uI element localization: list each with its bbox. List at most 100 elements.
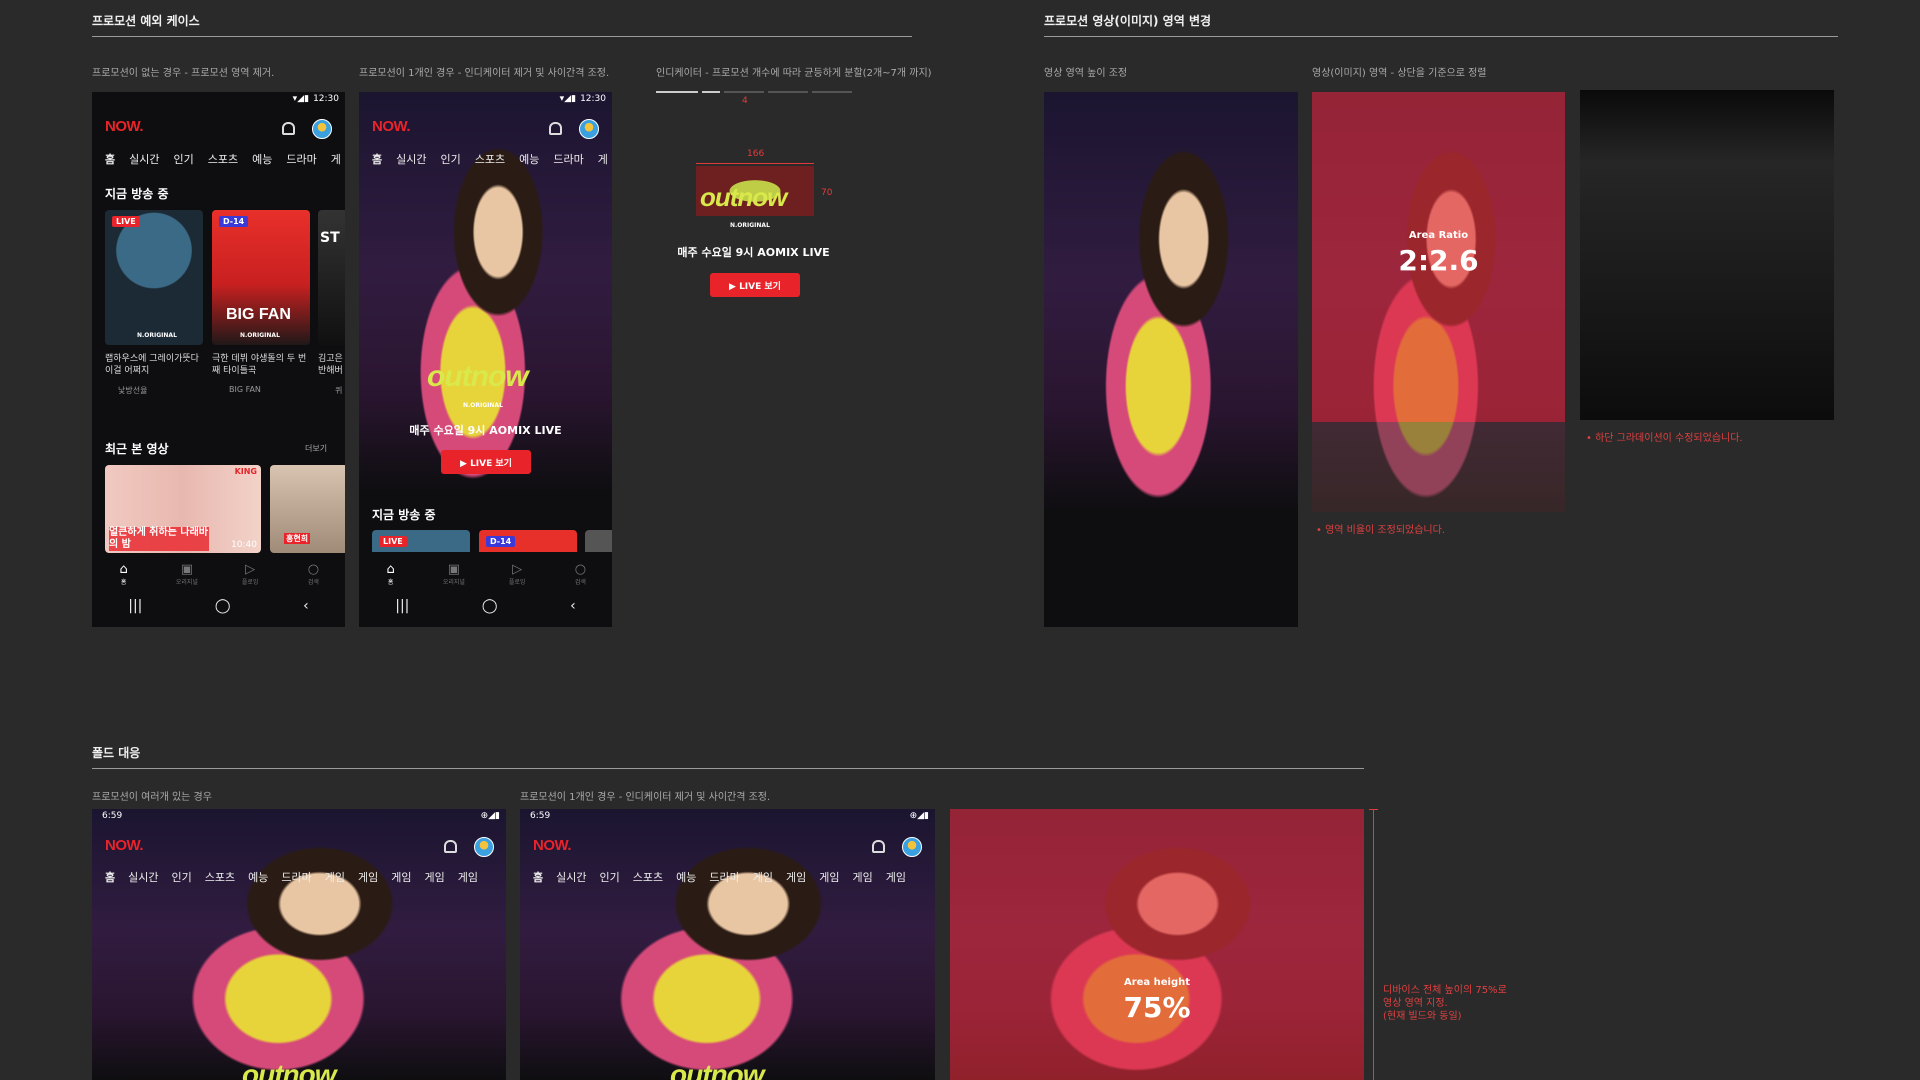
recent-thumb[interactable]: KING 얼큰하게 취하는 나래바의 밤 10:40: [105, 465, 261, 553]
live-card-thumb[interactable]: ST: [318, 210, 345, 345]
spec-logo-art: outnow: [700, 182, 787, 212]
bell-icon[interactable]: [872, 840, 885, 853]
avatar[interactable]: [902, 837, 922, 857]
indicator-segment: [768, 91, 808, 93]
section-title-exception: 프로모션 예외 케이스: [92, 14, 200, 28]
back-icon[interactable]: ‹: [303, 598, 309, 614]
tab-game[interactable]: 게임: [753, 869, 773, 885]
tab-sports[interactable]: 스포츠: [208, 151, 238, 167]
tab-sports[interactable]: 스포츠: [633, 869, 663, 885]
tab-popular[interactable]: 인기: [441, 151, 461, 167]
avatar[interactable]: [312, 119, 332, 139]
original-icon: ▣: [180, 562, 194, 577]
tab-live[interactable]: 실시간: [396, 151, 426, 167]
tab-game[interactable]: 게임: [391, 869, 411, 885]
avatar[interactable]: [474, 837, 494, 857]
tab-home[interactable]: 홈: [372, 151, 382, 167]
tab-popular[interactable]: 인기: [172, 869, 192, 885]
recent-thumb[interactable]: 홍현희: [270, 465, 345, 553]
category-tabs: 홈 실시간 인기 스포츠 예능 드라마 게임 게임 게임 게임 게임: [533, 869, 906, 885]
signal-icon: ▾◢▮: [559, 94, 577, 104]
more-link[interactable]: 더보기: [305, 443, 327, 454]
card-channel: 퀴: [335, 386, 343, 395]
tab-live[interactable]: 실시간: [556, 869, 586, 885]
tab-game[interactable]: 게임: [325, 869, 345, 885]
category-tabs: 홈 실시간 인기 스포츠 예능 드라마 게임 게임 게임 게임 게임: [105, 869, 478, 885]
tab-game[interactable]: 게임: [358, 869, 378, 885]
recents-icon[interactable]: |||: [395, 598, 409, 614]
tab-sports[interactable]: 스포츠: [205, 869, 235, 885]
tab-home[interactable]: 홈: [105, 869, 115, 885]
live-card-thumb[interactable]: LIVE: [372, 530, 470, 552]
tab-game[interactable]: 게임: [786, 869, 806, 885]
tab-drama[interactable]: 드라마: [709, 869, 739, 885]
nav-flowing[interactable]: ▷ 플로잉: [497, 562, 537, 586]
tab-sports[interactable]: 스포츠: [475, 151, 505, 167]
status-bar: ▾◢▮ 12:30: [92, 92, 345, 106]
spec-hero-title: 매주 수요일 9시 AOMIX LIVE: [677, 246, 830, 259]
signal-icon: ▾◢▮: [292, 94, 310, 104]
bell-icon[interactable]: [549, 122, 562, 135]
search-icon: ○: [307, 562, 320, 577]
tab-popular[interactable]: 인기: [174, 151, 194, 167]
home-button-icon[interactable]: ◯: [215, 598, 231, 614]
caption-align-top: 영상(이미지) 영역 - 상단을 기준으로 정렬: [1312, 68, 1487, 79]
app-logo[interactable]: NOW.: [105, 837, 144, 854]
tab-drama[interactable]: 드라마: [281, 869, 311, 885]
spec-height-label: 70: [821, 188, 833, 198]
status-time: 12:30: [313, 94, 339, 104]
back-icon[interactable]: ‹: [570, 598, 576, 614]
tab-drama[interactable]: 드라마: [286, 151, 316, 167]
app-logo[interactable]: NOW.: [372, 118, 411, 135]
tab-game[interactable]: 게임: [425, 869, 445, 885]
home-icon: ⌂: [119, 562, 128, 577]
indicator-segment: [724, 91, 764, 93]
live-card-thumb[interactable]: D-14: [479, 530, 577, 552]
tab-game[interactable]: 게: [598, 151, 608, 167]
tab-live[interactable]: 실시간: [128, 869, 158, 885]
spec-width-label: 166: [747, 149, 765, 159]
bell-icon[interactable]: [282, 122, 295, 135]
fold-phone-multi: 6:59 ⊕◢▮ NOW. 홈 실시간 인기 스포츠 예능 드라마 게임 게임 게…: [92, 809, 506, 1080]
live-watch-button[interactable]: ▶ LIVE 보기: [441, 450, 531, 474]
search-icon: ○: [574, 562, 587, 577]
tab-drama[interactable]: 드라마: [553, 151, 583, 167]
tab-game[interactable]: 게임: [458, 869, 478, 885]
app-logo[interactable]: NOW.: [105, 118, 144, 135]
tab-game[interactable]: 게임: [853, 869, 873, 885]
nav-flowing[interactable]: ▷ 플로잉: [230, 562, 270, 586]
tab-variety[interactable]: 예능: [252, 151, 272, 167]
recents-icon[interactable]: |||: [128, 598, 142, 614]
nav-original[interactable]: ▣ 오리지널: [167, 562, 207, 586]
tab-game[interactable]: 게임: [886, 869, 906, 885]
home-button-icon[interactable]: ◯: [482, 598, 498, 614]
app-logo[interactable]: NOW.: [533, 837, 572, 854]
card-title: 극한 데뷔 야생돌의 두 번째 타이틀곡: [212, 354, 307, 376]
nav-original[interactable]: ▣ 오리지널: [434, 562, 474, 586]
live-now-heading: 지금 방송 중: [105, 187, 169, 201]
tab-game[interactable]: 게임: [819, 869, 839, 885]
tab-variety[interactable]: 예능: [676, 869, 696, 885]
original-icon: ▣: [447, 562, 461, 577]
tab-variety[interactable]: 예능: [519, 151, 539, 167]
card-channel: 낯방선율: [118, 386, 148, 395]
nav-search[interactable]: ○ 검색: [293, 562, 333, 586]
spec-live-button[interactable]: ▶ LIVE 보기: [710, 273, 800, 297]
nav-search[interactable]: ○ 검색: [560, 562, 600, 586]
tab-variety[interactable]: 예능: [248, 869, 268, 885]
nav-home[interactable]: ⌂ 홈: [104, 562, 144, 586]
tab-home[interactable]: 홈: [105, 151, 115, 167]
hero-brand: N.ORIGINAL: [463, 402, 503, 409]
tab-popular[interactable]: 인기: [600, 869, 620, 885]
indicator-segment: [812, 91, 852, 93]
tab-home[interactable]: 홈: [533, 869, 543, 885]
tab-live[interactable]: 실시간: [129, 151, 159, 167]
nav-home[interactable]: ⌂ 홈: [371, 562, 411, 586]
caption-fold-multi: 프로모션이 여러개 있는 경우: [92, 792, 212, 803]
live-card-thumb[interactable]: [585, 530, 612, 552]
avatar[interactable]: [579, 119, 599, 139]
bell-icon[interactable]: [444, 840, 457, 853]
tab-game[interactable]: 게: [331, 151, 341, 167]
live-card-thumb[interactable]: LIVE N.ORIGINAL: [105, 210, 203, 345]
live-card-thumb[interactable]: D-14 BIG FAN N.ORIGINAL: [212, 210, 310, 345]
